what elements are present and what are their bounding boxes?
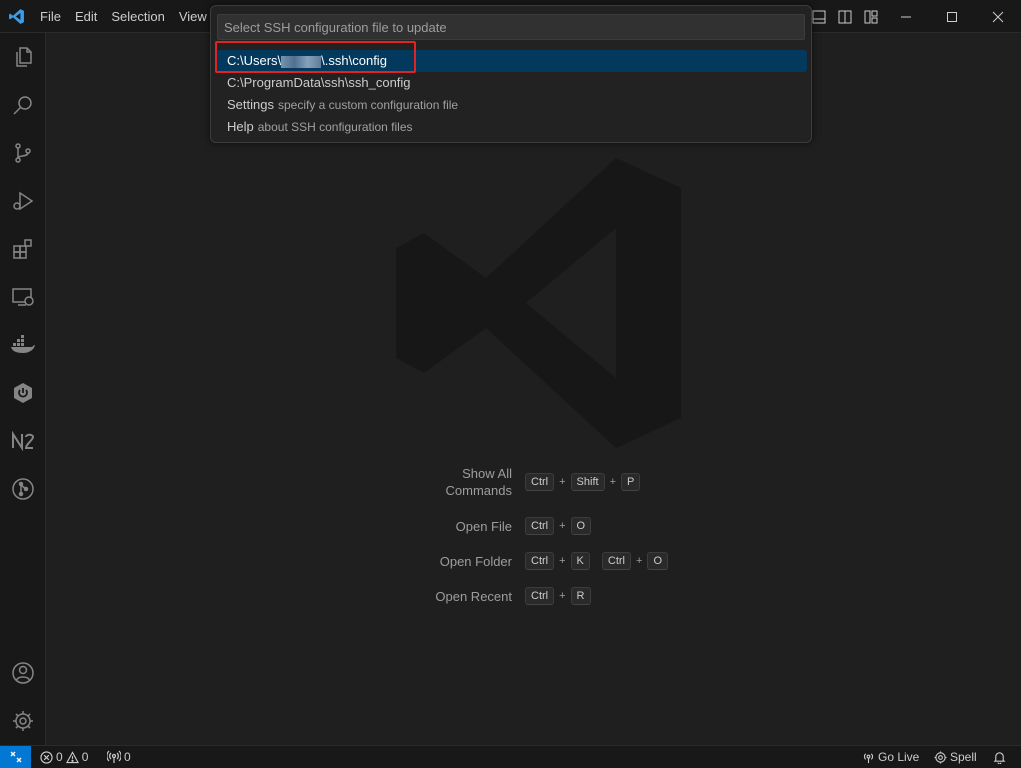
vscode-logo-icon xyxy=(9,9,24,24)
key: Ctrl xyxy=(525,517,555,535)
accounts-button[interactable] xyxy=(0,649,46,697)
close-button[interactable] xyxy=(975,0,1021,33)
error-icon xyxy=(40,750,53,764)
ports-indicator[interactable]: 0 xyxy=(107,746,131,768)
docker-button[interactable] xyxy=(0,321,46,369)
search-button[interactable] xyxy=(0,81,46,129)
key: Ctrl xyxy=(525,552,555,570)
layout-icon xyxy=(864,10,878,23)
manage-button[interactable] xyxy=(0,697,46,745)
remote-indicator-button[interactable] xyxy=(0,746,31,768)
menu-bar: File Edit Selection View xyxy=(33,0,214,33)
broadcast-icon xyxy=(107,750,121,763)
menu-edit[interactable]: Edit xyxy=(68,0,104,33)
git-graph-icon xyxy=(12,478,34,500)
customize-layout-button[interactable] xyxy=(857,0,885,33)
gear-icon xyxy=(934,750,947,764)
shortcut-open-recent[interactable]: Open Recent Ctrl + R xyxy=(324,587,592,605)
extensions-button[interactable] xyxy=(0,225,46,273)
panel-layout-icon xyxy=(812,10,826,23)
shortcut-open-file[interactable]: Open File Ctrl + O xyxy=(324,517,592,535)
quick-pick-item-help[interactable]: Help about SSH configuration files xyxy=(215,116,807,138)
shortcut-show-all-commands[interactable]: Show All Commands Ctrl + Shift + P xyxy=(324,465,641,499)
toggle-sidebar-button[interactable] xyxy=(831,0,859,33)
run-debug-button[interactable] xyxy=(0,177,46,225)
run-debug-icon xyxy=(13,191,34,211)
spell-button[interactable]: Spell xyxy=(934,746,977,768)
shortcut-label: Open Recent xyxy=(435,588,512,604)
minimize-button[interactable] xyxy=(883,0,929,33)
remote-explorer-icon xyxy=(12,288,34,306)
menu-file[interactable]: File xyxy=(33,0,68,33)
explorer-button[interactable] xyxy=(0,33,46,81)
key: K xyxy=(570,552,590,570)
vscode-watermark-icon xyxy=(396,158,681,448)
broadcast-icon xyxy=(863,752,874,763)
spring-boot-button[interactable] xyxy=(0,369,46,417)
shortcut-label: Open Folder xyxy=(439,553,512,569)
n2-icon xyxy=(12,431,35,451)
quick-pick-input[interactable] xyxy=(217,14,805,40)
source-control-icon xyxy=(15,143,31,163)
maximize-button[interactable] xyxy=(929,0,975,33)
git-graph-button[interactable] xyxy=(0,465,46,513)
close-icon xyxy=(992,11,1004,22)
power-icon xyxy=(14,383,32,403)
go-live-button[interactable]: Go Live xyxy=(862,746,919,768)
extensions-icon xyxy=(13,239,32,259)
shortcut-label: Show All Commands xyxy=(445,466,512,498)
warning-icon xyxy=(65,750,79,763)
ssh-config-quick-pick: C:\Users\\.ssh\config C:\ProgramData\ssh… xyxy=(210,5,812,143)
key: Ctrl xyxy=(601,552,631,570)
key: O xyxy=(570,517,592,535)
files-icon xyxy=(16,47,32,67)
gear-icon xyxy=(13,711,33,731)
remote-explorer-button[interactable] xyxy=(0,273,46,321)
problems-indicator[interactable]: 0 0 xyxy=(40,746,88,768)
annotation-highlight-box xyxy=(215,41,416,73)
key: R xyxy=(570,587,591,605)
remote-icon xyxy=(10,751,21,763)
bell-icon xyxy=(993,751,1006,764)
key: O xyxy=(647,552,668,570)
shortcut-open-folder[interactable]: Open Folder Ctrl + K Ctrl + O xyxy=(324,552,669,570)
source-control-button[interactable] xyxy=(0,129,46,177)
minimize-icon xyxy=(901,16,911,17)
menu-view[interactable]: View xyxy=(172,0,214,33)
activity-bar xyxy=(0,33,46,745)
search-icon xyxy=(13,96,32,115)
maximize-icon xyxy=(947,11,957,22)
account-icon xyxy=(12,662,34,684)
sidebar-layout-icon xyxy=(838,10,852,23)
quick-pick-item-programdata-config[interactable]: C:\ProgramData\ssh\ssh_config xyxy=(215,72,807,94)
shortcut-label: Open File xyxy=(455,518,512,534)
key: Shift xyxy=(570,473,605,491)
menu-selection[interactable]: Selection xyxy=(104,0,171,33)
notifications-button[interactable] xyxy=(993,746,1006,768)
quick-pick-item-settings[interactable]: Settings specify a custom configuration f… xyxy=(215,94,807,116)
docker-icon xyxy=(11,335,35,353)
key: P xyxy=(621,473,641,491)
status-bar: 0 0 0 Go Live Spell xyxy=(0,745,1021,768)
n2-extension-button[interactable] xyxy=(0,417,46,465)
key: Ctrl xyxy=(525,473,555,491)
key: Ctrl xyxy=(525,587,555,605)
